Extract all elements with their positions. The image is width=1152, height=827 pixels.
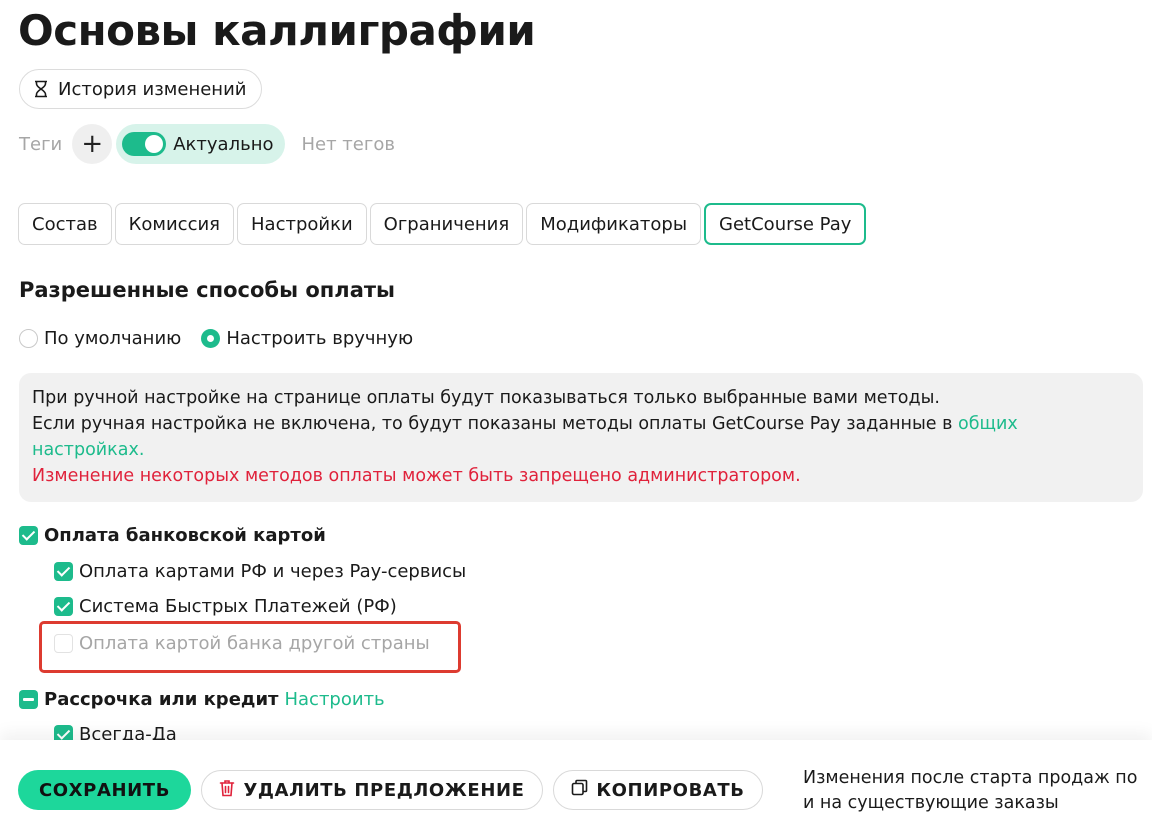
method-rf-cards[interactable]: Оплата картами РФ и через Pay-сервисы — [54, 561, 466, 582]
history-button[interactable]: История изменений — [19, 69, 263, 109]
payment-mode-radios: По умолчанию Настроить вручную — [19, 328, 433, 349]
bank-card-group[interactable]: Оплата банковской картой — [19, 525, 326, 546]
installment-label: Рассрочка или кредит — [44, 689, 279, 710]
actual-toggle[interactable]: Актуально — [116, 124, 286, 164]
radio-default-circle[interactable] — [19, 329, 38, 348]
tabs-bar: Состав Комиссия Настройки Ограничения Мо… — [18, 203, 867, 245]
hourglass-icon — [33, 80, 49, 98]
no-tags-text: Нет тегов — [301, 133, 395, 155]
info-line-2-text: Если ручная настройка не включена, то бу… — [32, 414, 958, 434]
bank-card-checkbox[interactable] — [19, 526, 38, 545]
page-title: Основы каллиграфии — [18, 6, 536, 55]
footer-bar: СОХРАНИТЬ УДАЛИТЬ ПРЕДЛОЖЕНИЕ КОПИРОВАТЬ… — [0, 740, 1152, 827]
tags-row: Теги + Актуально Нет тегов — [19, 124, 395, 164]
delete-button-label: УДАЛИТЬ ПРЕДЛОЖЕНИЕ — [243, 779, 525, 801]
add-tag-button[interactable]: + — [72, 124, 113, 164]
tab-settings[interactable]: Настройки — [237, 203, 367, 245]
copy-button-label: КОПИРОВАТЬ — [596, 779, 745, 801]
radio-manual-circle[interactable] — [201, 329, 221, 348]
info-line-2: Если ручная настройка не включена, то бу… — [32, 411, 1130, 463]
radio-default[interactable]: По умолчанию — [19, 328, 181, 349]
bank-card-label: Оплата банковской картой — [44, 525, 326, 546]
delete-offer-button[interactable]: УДАЛИТЬ ПРЕДЛОЖЕНИЕ — [201, 770, 543, 810]
toggle-switch[interactable] — [122, 132, 167, 156]
copy-button[interactable]: КОПИРОВАТЬ — [553, 770, 763, 810]
installment-group[interactable]: Рассрочка или кредит Настроить — [19, 689, 385, 710]
tab-composition[interactable]: Состав — [18, 203, 112, 245]
rf-cards-label: Оплата картами РФ и через Pay-сервисы — [79, 561, 467, 582]
plus-icon: + — [81, 129, 104, 159]
installment-configure-link[interactable]: Настроить — [284, 689, 384, 710]
admin-warning: Изменение некоторых методов оплаты может… — [32, 466, 801, 486]
radio-default-label: По умолчанию — [44, 328, 182, 349]
radio-manual-label: Настроить вручную — [226, 328, 414, 349]
sbp-label: Система Быстрых Платежей (РФ) — [79, 596, 397, 617]
highlight-frame — [39, 621, 461, 673]
sbp-checkbox[interactable] — [54, 597, 73, 616]
trash-icon — [219, 779, 235, 802]
info-box: При ручной настройке на странице оплаты … — [19, 373, 1143, 502]
history-button-label: История изменений — [58, 78, 247, 100]
info-line-1: При ручной настройке на странице оплаты … — [32, 388, 940, 408]
method-sbp[interactable]: Система Быстрых Платежей (РФ) — [54, 596, 397, 617]
tab-restrictions[interactable]: Ограничения — [369, 203, 524, 245]
tags-label: Теги — [19, 133, 63, 155]
section-title: Разрешенные способы оплаты — [19, 278, 396, 302]
tab-commission[interactable]: Комиссия — [114, 203, 234, 245]
save-button[interactable]: СОХРАНИТЬ — [18, 770, 191, 810]
tab-getcourse-pay[interactable]: GetCourse Pay — [704, 203, 867, 245]
toggle-label: Актуально — [173, 133, 274, 155]
copy-icon — [571, 779, 588, 801]
footer-note: Изменения после старта продаж по и на су… — [803, 766, 1137, 816]
installment-checkbox[interactable] — [19, 690, 38, 709]
save-button-label: СОХРАНИТЬ — [38, 779, 171, 801]
rf-cards-checkbox[interactable] — [54, 562, 73, 581]
radio-manual[interactable]: Настроить вручную — [201, 328, 413, 349]
footer-note-line-2: и на существующие заказы — [803, 793, 1059, 813]
footer-note-line-1: Изменения после старта продаж по — [803, 768, 1138, 788]
tab-modifiers[interactable]: Модификаторы — [526, 203, 702, 245]
